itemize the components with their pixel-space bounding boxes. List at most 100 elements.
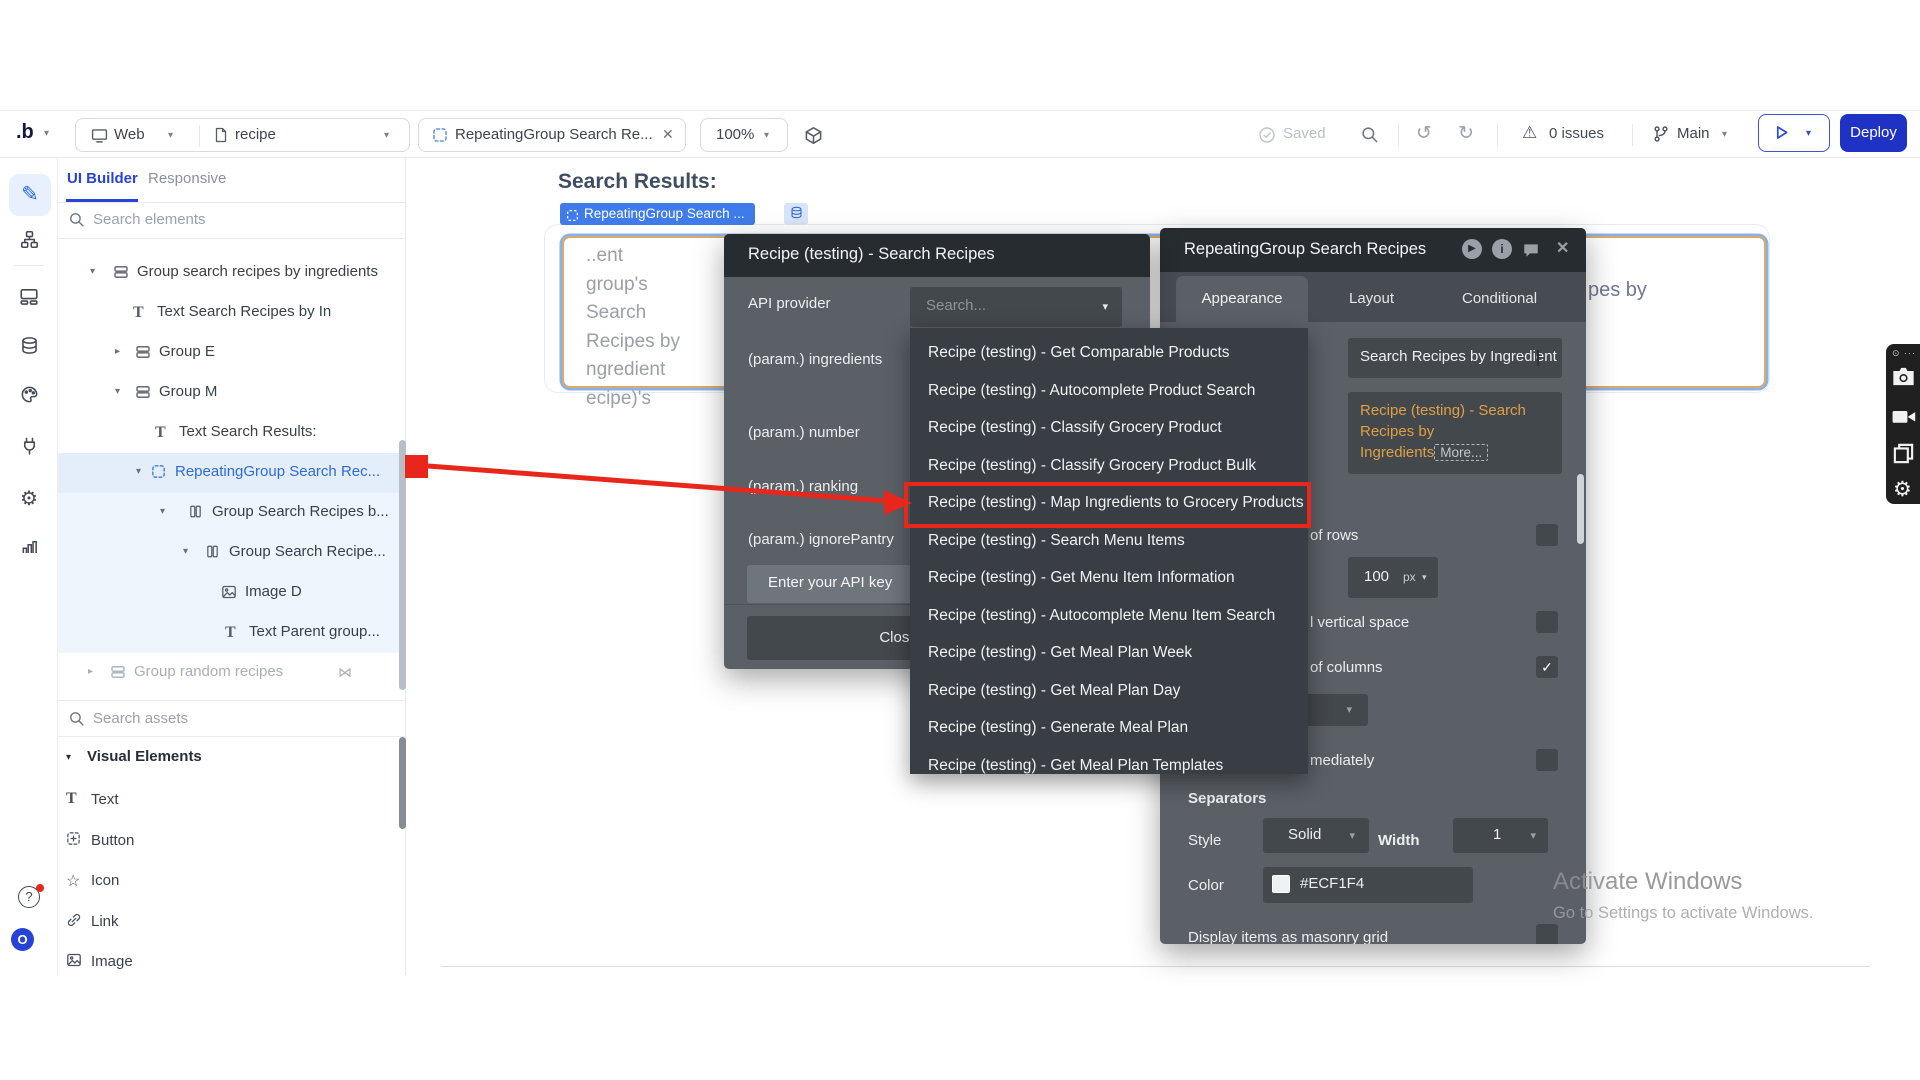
tab-layout[interactable]: Layout [1349, 290, 1394, 307]
search-assets-input[interactable]: Search assets [93, 710, 188, 727]
chevron-right-icon[interactable]: ▸ [115, 346, 120, 357]
component-cube-icon[interactable] [804, 126, 823, 150]
tree-item[interactable]: ▸Group E [58, 333, 405, 373]
asset-item-image[interactable]: Image [58, 943, 405, 983]
logs-chart-icon[interactable] [0, 537, 58, 561]
chevron-down-icon[interactable]: ▾ [160, 506, 165, 517]
data-source-chip[interactable] [784, 203, 808, 225]
property-editor-header[interactable]: RepeatingGroup Search Recipes ▶ i ✕ [1160, 228, 1586, 272]
property-checkbox[interactable] [1536, 524, 1558, 546]
video-icon[interactable] [1891, 404, 1916, 434]
info-icon[interactable]: i [1492, 239, 1512, 259]
api-provider-option[interactable]: Recipe (testing) - Get Meal Plan Day [910, 672, 1308, 709]
issues-counter[interactable]: 0 issues [1549, 125, 1604, 142]
asset-item-link[interactable]: Link [58, 903, 405, 943]
zoom-control[interactable]: 100% ▾ [700, 118, 788, 152]
visual-elements-header[interactable]: ▾ Visual Elements [58, 744, 405, 776]
bubble-logo[interactable]: .b [16, 121, 34, 144]
row-height-input[interactable]: 100 px ▾ [1348, 557, 1438, 598]
tree-item[interactable]: ▾Group search recipes by ingredients [58, 253, 405, 293]
api-provider-option[interactable]: Recipe (testing) - Generate Meal Plan [910, 709, 1308, 746]
api-provider-option[interactable]: Recipe (testing) - Classify Grocery Prod… [910, 409, 1308, 446]
property-checkbox[interactable] [1536, 611, 1558, 633]
chevron-right-icon[interactable]: ▸ [88, 666, 93, 677]
tree-item[interactable]: ▾ RepeatingGroup Search Rec... [58, 453, 405, 493]
design-tab[interactable]: ✎ [9, 174, 51, 216]
tab-ui-builder[interactable]: UI Builder [67, 170, 138, 187]
settings-gear-icon[interactable]: ⚙ [0, 486, 58, 511]
hidden-icon[interactable]: ⋈ [338, 664, 352, 681]
branch-selector[interactable]: Main [1677, 125, 1710, 142]
device-selector[interactable]: Web [114, 126, 145, 143]
tree-item-label: RepeatingGroup Search Rec... [175, 463, 380, 480]
chevron-down-icon[interactable]: ▾ [90, 266, 95, 277]
property-checkbox[interactable]: ✓ [1536, 656, 1558, 678]
api-provider-option[interactable]: Recipe (testing) - Get Menu Item Informa… [910, 559, 1308, 596]
api-provider-option[interactable]: Recipe (testing) - Get Meal Plan Week [910, 634, 1308, 671]
search-elements-input[interactable]: Search elements [93, 211, 206, 228]
data-icon[interactable] [0, 336, 58, 360]
copy-pages-icon[interactable] [1892, 442, 1915, 470]
separator-width-dropdown[interactable]: 1 ▾ [1453, 818, 1548, 853]
api-provider-option[interactable]: Recipe (testing) - Autocomplete Menu Ite… [910, 597, 1308, 634]
tree-item[interactable]: TText Parent group... [58, 613, 405, 653]
data-source-field[interactable]: Recipe (testing) - Search Recipes by Ing… [1348, 392, 1562, 474]
close-icon[interactable]: ✕ [1556, 238, 1569, 258]
tree-item[interactable]: ▾Group M [58, 373, 405, 413]
separator-color-field[interactable]: #ECF1F4 [1263, 867, 1473, 903]
more-expression-button[interactable]: More... [1434, 444, 1488, 461]
modal-header[interactable]: Recipe (testing) - Search Recipes [724, 234, 1150, 277]
preview-button[interactable]: ▾ [1758, 114, 1830, 152]
tree-item[interactable]: TText Search Recipes by In [58, 293, 405, 333]
tree-item-label: Text Search Results: [179, 423, 317, 440]
camera-icon[interactable] [1891, 364, 1916, 394]
chevron-down-icon[interactable]: ▾ [136, 466, 141, 477]
page-selector[interactable]: recipe [235, 126, 276, 143]
tree-item[interactable]: Image D [58, 573, 405, 613]
api-provider-option[interactable]: Recipe (testing) - Get Meal Plan Templat… [910, 747, 1308, 775]
api-provider-option[interactable]: Recipe (testing) - Autocomplete Product … [910, 372, 1308, 409]
masonry-checkbox[interactable] [1536, 924, 1558, 944]
tree-item[interactable]: ▾Group Search Recipe... [58, 533, 405, 573]
property-checkbox[interactable] [1536, 749, 1558, 771]
tree-item[interactable]: ▾Group Search Recipes b... [58, 493, 405, 533]
help-icon[interactable]: ? [0, 886, 58, 908]
scrollbar-thumb[interactable] [399, 440, 406, 690]
chevron-down-icon[interactable]: ▾ [1722, 129, 1727, 140]
selected-element-badge[interactable]: RepeatingGroup Search ... [560, 203, 755, 225]
comment-icon[interactable] [1522, 241, 1540, 264]
asset-item-text[interactable]: TText [58, 781, 405, 821]
tree-item[interactable]: ▸Group random recipes⋈ [58, 653, 405, 693]
chevron-down-icon[interactable]: ▾ [183, 546, 188, 557]
capture-mini-controls[interactable]: ⊙ ··· [1892, 348, 1916, 359]
chevron-down-icon[interactable]: ▾ [384, 130, 389, 141]
play-icon[interactable]: ▶ [1462, 239, 1482, 259]
chevron-down-icon[interactable]: ▾ [44, 128, 49, 139]
api-provider-dropdown[interactable]: Search... ▾ [910, 287, 1122, 327]
api-provider-option[interactable]: Recipe (testing) - Get Comparable Produc… [910, 334, 1308, 371]
chevron-down-icon[interactable]: ▾ [168, 130, 173, 141]
separator-style-dropdown[interactable]: Solid ▾ [1263, 818, 1369, 853]
styles-palette-icon[interactable] [0, 385, 58, 409]
settings-gear-icon[interactable]: ⚙ [1893, 477, 1912, 502]
plugins-icon[interactable] [0, 436, 58, 460]
tree-item[interactable]: TText Search Results: [58, 413, 405, 453]
deploy-button[interactable]: Deploy [1840, 114, 1907, 152]
chat-bubble-logo-icon[interactable]: O [11, 928, 34, 951]
workflow-icon[interactable] [0, 230, 58, 254]
redo-icon[interactable]: ↻ [1458, 122, 1474, 145]
chevron-down-icon[interactable]: ▾ [115, 386, 120, 397]
tab-conditional[interactable]: Conditional [1462, 290, 1537, 307]
tab-appearance[interactable]: Appearance [1176, 276, 1308, 322]
search-icon[interactable] [1360, 125, 1379, 149]
element-tab[interactable]: RepeatingGroup Search Re... ✕ [418, 118, 686, 152]
pages-icon[interactable] [0, 286, 58, 311]
scrollbar-thumb[interactable] [1577, 474, 1584, 544]
close-icon[interactable]: ✕ [662, 126, 674, 143]
tab-responsive[interactable]: Responsive [148, 170, 226, 187]
asset-item-button[interactable]: Button [58, 822, 405, 862]
undo-icon[interactable]: ↺ [1416, 122, 1432, 145]
asset-item-icon[interactable]: ☆Icon [58, 862, 405, 902]
content-type-field[interactable]: Search Recipes by Ingredient [1348, 338, 1562, 378]
api-provider-option[interactable]: Recipe (testing) - Classify Grocery Prod… [910, 447, 1308, 484]
